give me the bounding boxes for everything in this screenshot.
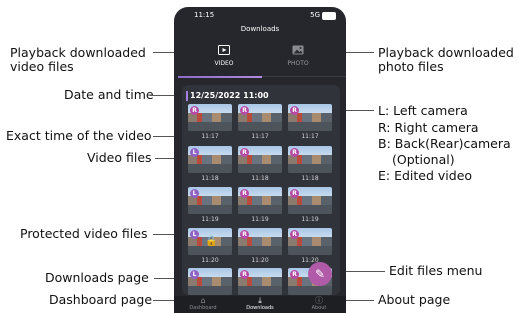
video-time: 11:20 bbox=[251, 257, 269, 264]
camera-badge: R bbox=[240, 189, 249, 198]
video-time: 11:19 bbox=[201, 216, 219, 223]
camera-badge: R bbox=[290, 189, 299, 198]
video-thumbnail[interactable]: R bbox=[238, 268, 282, 295]
camera-badge: R bbox=[290, 148, 299, 157]
nav-downloads-label: Downloads bbox=[246, 305, 274, 311]
annotation-playback-video: Playback downloaded video files bbox=[10, 45, 146, 74]
status-bar: 11:15 5G bbox=[174, 11, 346, 23]
camera-badge: R bbox=[240, 106, 249, 115]
tab-video-label: VIDEO bbox=[214, 60, 234, 67]
camera-badge: R bbox=[190, 106, 199, 115]
thumbnail-road bbox=[238, 164, 282, 173]
legend-right: R: Right camera bbox=[378, 120, 479, 135]
annotation-downloads-page: Downloads page bbox=[45, 270, 149, 285]
annotation-dashboard-page: Dashboard page bbox=[49, 292, 153, 307]
video-time: 11:20 bbox=[201, 257, 219, 264]
pencil-icon: ✎ bbox=[314, 267, 326, 281]
battery-icon bbox=[322, 12, 336, 20]
camera-badge: R bbox=[240, 230, 249, 239]
video-time: 11:17 bbox=[201, 133, 219, 140]
active-tab-indicator bbox=[178, 76, 262, 78]
camera-badge: R bbox=[290, 230, 299, 239]
thumbnail-road bbox=[188, 205, 232, 214]
video-thumbnail[interactable]: R bbox=[288, 146, 332, 173]
annotation-playback-photo: Playback downloaded photo files bbox=[378, 45, 514, 74]
video-thumbnail[interactable]: R bbox=[188, 104, 232, 131]
date-header: 12/25/2022 11:00 bbox=[190, 91, 269, 100]
camera-badge: R bbox=[240, 270, 249, 279]
status-time: 11:15 bbox=[194, 11, 215, 19]
thumbnail-road bbox=[288, 286, 332, 295]
video-thumbnail[interactable]: R bbox=[288, 187, 332, 214]
thumbnail-road bbox=[188, 164, 232, 173]
camera-badge: R bbox=[290, 270, 299, 279]
video-time: 11:19 bbox=[251, 216, 269, 223]
video-thumbnail[interactable]: R bbox=[238, 187, 282, 214]
tab-photo-label: PHOTO bbox=[287, 60, 309, 67]
legend-optional: (Optional) bbox=[392, 152, 455, 167]
camera-badge: L bbox=[190, 270, 199, 279]
phone-screen: 11:15 5G Downloads VIDEO PHOTO 12/25/202… bbox=[174, 7, 346, 313]
video-thumbnail[interactable]: L 🔒 bbox=[188, 228, 232, 255]
video-time: 11:19 bbox=[301, 216, 319, 223]
thumbnail-road bbox=[238, 246, 282, 255]
edit-files-button[interactable]: ✎ bbox=[308, 262, 332, 286]
lock-icon: 🔒 bbox=[205, 236, 218, 247]
thumbnail-road bbox=[288, 246, 332, 255]
thumbnail-road bbox=[188, 122, 232, 131]
video-time: 11:17 bbox=[301, 133, 319, 140]
video-time: 11:17 bbox=[251, 133, 269, 140]
annotation-protected: Protected video files bbox=[20, 226, 148, 241]
legend-edited: E: Edited video bbox=[378, 168, 473, 183]
thumbnail-road bbox=[288, 164, 332, 173]
tab-video[interactable]: VIDEO bbox=[184, 45, 264, 75]
thumbnail-road bbox=[238, 286, 282, 295]
camera-badge: R bbox=[240, 148, 249, 157]
video-time: 11:18 bbox=[201, 175, 219, 182]
legend-left: L: Left camera bbox=[378, 103, 468, 118]
camera-badge: L bbox=[190, 230, 199, 239]
tab-divider bbox=[262, 76, 346, 77]
date-accent bbox=[186, 91, 188, 101]
tab-photo[interactable]: PHOTO bbox=[258, 45, 338, 75]
video-thumbnail[interactable]: R bbox=[238, 104, 282, 131]
signal-indicator: 5G bbox=[310, 11, 320, 19]
film-icon bbox=[184, 45, 264, 58]
info-icon: ⓘ bbox=[315, 296, 323, 305]
thumbnail-road bbox=[188, 246, 232, 255]
nav-about-label: About bbox=[311, 305, 327, 311]
video-time: 11:18 bbox=[251, 175, 269, 182]
annotation-edit-menu: Edit files menu bbox=[389, 263, 483, 278]
video-thumbnail[interactable]: L bbox=[188, 187, 232, 214]
annotation-exact-time: Exact time of the video bbox=[6, 128, 152, 143]
nav-downloads[interactable]: ⤓ Downloads bbox=[235, 296, 285, 311]
video-time: 11:18 bbox=[301, 175, 319, 182]
thumbnail-road bbox=[288, 122, 332, 131]
nav-dashboard-label: Dashboard bbox=[189, 305, 217, 311]
annotation-video-files: Video files bbox=[87, 150, 152, 165]
video-thumbnail[interactable]: R bbox=[288, 228, 332, 255]
video-thumbnail[interactable]: L bbox=[188, 268, 232, 295]
camera-badge: L bbox=[190, 189, 199, 198]
thumbnail-road bbox=[288, 205, 332, 214]
nav-dashboard[interactable]: ⌂ Dashboard bbox=[178, 296, 228, 311]
home-icon: ⌂ bbox=[200, 296, 206, 305]
image-icon bbox=[258, 45, 338, 58]
legend-back: B: Back(Rear)camera bbox=[378, 136, 511, 151]
camera-badge: L bbox=[190, 148, 199, 157]
nav-about[interactable]: ⓘ About bbox=[294, 296, 344, 311]
thumbnail-road bbox=[238, 205, 282, 214]
annotation-date-time: Date and time bbox=[64, 87, 154, 102]
page-title: Downloads bbox=[240, 25, 280, 33]
video-thumbnail[interactable]: R bbox=[288, 104, 332, 131]
camera-badge: R bbox=[290, 106, 299, 115]
video-thumbnail[interactable]: L bbox=[188, 146, 232, 173]
video-thumbnail[interactable]: R bbox=[238, 228, 282, 255]
annotation-about-page: About page bbox=[378, 292, 451, 307]
download-icon: ⤓ bbox=[258, 296, 262, 305]
thumbnail-road bbox=[188, 286, 232, 295]
thumbnail-road bbox=[238, 122, 282, 131]
video-thumbnail[interactable]: R bbox=[238, 146, 282, 173]
bottom-nav: ⌂ Dashboard ⤓ Downloads ⓘ About bbox=[174, 296, 346, 313]
